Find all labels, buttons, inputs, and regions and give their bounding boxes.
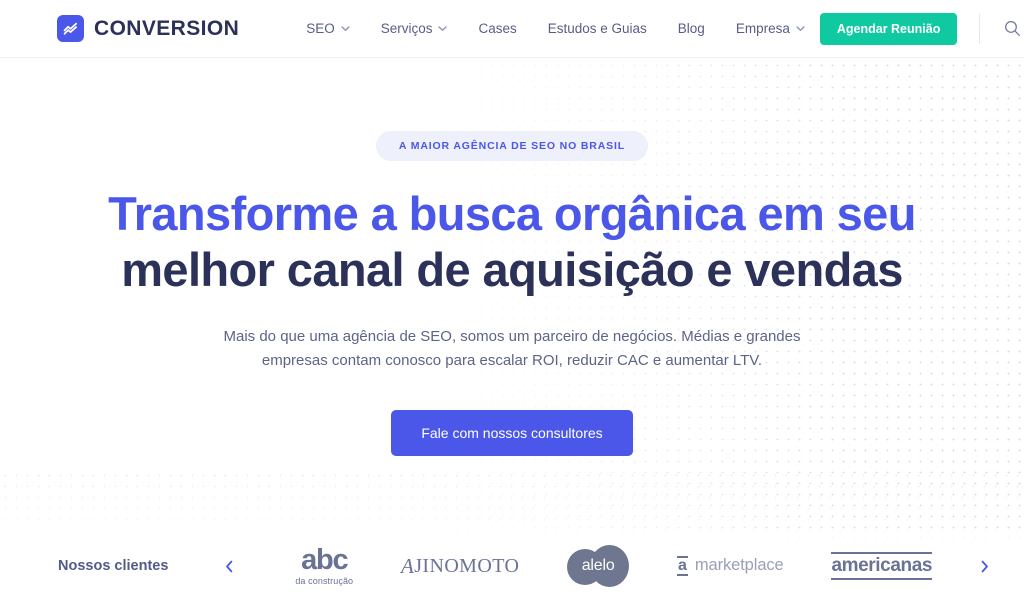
page-title: Transforme a busca orgânica em seu melho… [108, 186, 916, 298]
nav-item-blog[interactable]: Blog [663, 15, 720, 42]
nav-label: Empresa [735, 21, 790, 36]
nav-label: Serviços [380, 21, 433, 36]
chart-line-icon [57, 15, 84, 42]
talk-to-consultants-button[interactable]: Fale com nossos consultores [391, 410, 633, 457]
schedule-meeting-button[interactable]: Agendar Reunião [819, 12, 958, 45]
headline-line-2: melhor canal de aquisição e vendas [121, 242, 903, 296]
logo-text: marketplace [694, 556, 784, 575]
nav-item-estudos-e-guias[interactable]: Estudos e Guias [533, 15, 662, 42]
search-button[interactable] [999, 16, 1024, 42]
logo-text: americanas [831, 555, 933, 577]
header-divider [979, 13, 981, 44]
chevron-left-icon [226, 560, 233, 572]
nav-label: SEO [306, 21, 335, 36]
chevron-down-icon [438, 26, 448, 31]
client-logo-list: abc da construção A JINOMOTO alelo a mark… [249, 545, 974, 587]
logo-mark: a [676, 555, 688, 577]
client-logo-americanas[interactable]: americanas [831, 552, 932, 580]
carousel-prev-button[interactable] [219, 556, 239, 576]
header-actions: Agendar Reunião [819, 12, 1024, 45]
hero-badge: A MAIOR AGÊNCIA DE SEO NO BRASIL [375, 131, 649, 161]
nav-label: Estudos e Guias [547, 21, 647, 36]
carousel-next-button[interactable] [974, 556, 994, 576]
hero-subheading: Mais do que uma agência de SEO, somos um… [223, 327, 801, 370]
nav-label: Cases [478, 21, 517, 36]
client-logo-abc-da-construcao[interactable]: abc da construção [295, 546, 353, 586]
logo-text-rest: JINOMOTO [414, 554, 520, 577]
search-icon [1004, 21, 1020, 36]
clients-carousel: Nossos clientes abc da construção A JINOM… [0, 528, 1024, 604]
main-navigation: SEO Serviços Cases Estudos e Guias Blog [291, 15, 820, 42]
logo-text-lead: A [401, 553, 415, 578]
nav-label: Blog [677, 21, 705, 36]
hero-section: A MAIOR AGÊNCIA DE SEO NO BRASIL Transfo… [0, 58, 1024, 528]
nav-item-servicos[interactable]: Serviços [366, 15, 463, 42]
nav-item-empresa[interactable]: Empresa [721, 15, 820, 42]
brand-logo[interactable]: CONVERSION [57, 15, 239, 42]
chevron-right-icon [981, 560, 988, 572]
logo-text-main: abc [301, 544, 349, 576]
logo-text-sub: da construção [295, 576, 354, 586]
page-root: CONVERSION SEO Serviços Cases Estudos e … [0, 0, 1024, 604]
headline-line-1: Transforme a busca orgânica em seu [108, 187, 916, 240]
client-logo-ajinomoto[interactable]: A JINOMOTO [401, 554, 519, 579]
chevron-down-icon [341, 26, 350, 31]
chevron-down-icon [796, 26, 805, 31]
site-header: CONVERSION SEO Serviços Cases Estudos e … [0, 0, 1024, 58]
client-logo-alelo[interactable]: alelo [567, 545, 630, 587]
clients-label: Nossos clientes [58, 558, 169, 574]
brand-name: CONVERSION [94, 16, 240, 40]
client-logo-marketplace[interactable]: a marketplace [676, 555, 784, 577]
nav-item-seo[interactable]: SEO [291, 15, 365, 42]
logo-text: alelo [581, 557, 615, 574]
nav-item-cases[interactable]: Cases [463, 15, 531, 42]
